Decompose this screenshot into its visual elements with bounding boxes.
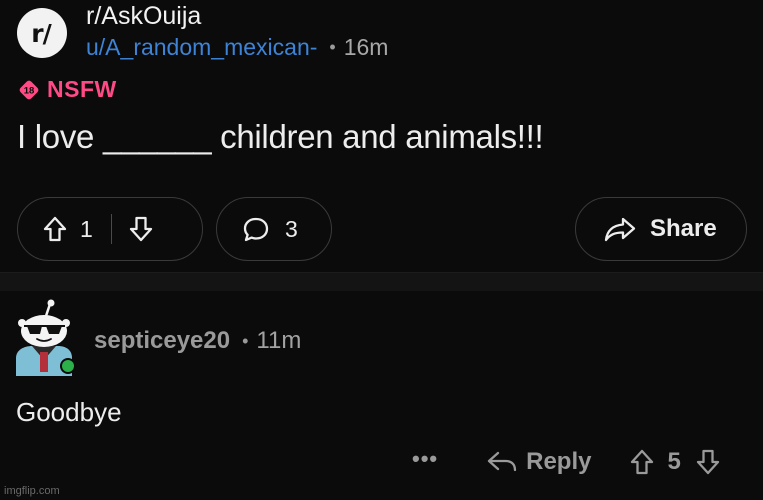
reply-button[interactable]: Reply [486,448,591,476]
reply-arrow-icon [487,451,517,472]
post-meta: u/A_random_mexican- • 16m [86,34,388,61]
share-arrow-icon [604,217,636,242]
comment-downvote-icon[interactable] [695,448,721,476]
reply-label: Reply [526,448,592,475]
speech-bubble-icon [243,217,269,242]
nsfw-badge-number: 18 [24,85,35,96]
comment-count: 3 [285,215,298,242]
nsfw-tag: 18 NSFW [18,76,117,103]
section-divider [0,272,763,291]
upvote-icon[interactable] [42,215,68,243]
subreddit-avatar-text: r/ [31,18,51,48]
more-options-button[interactable]: ••• [412,446,438,478]
post-time: 16m [343,34,389,60]
nsfw-18-icon: 18 [19,80,39,99]
vote-divider [110,214,113,244]
subreddit-avatar[interactable]: r/ [17,8,67,58]
post-vote-bar: 1 [17,197,203,261]
comment-time: 11m [256,327,302,354]
nsfw-label: NSFW [47,76,117,102]
comment-upvote-icon[interactable] [629,448,655,476]
comment-actions: ••• Reply 5 [412,442,721,482]
comment-vote-bar: 5 [629,448,720,476]
share-button[interactable]: Share [575,197,747,261]
post-title[interactable]: I love ______ children and animals!!! [17,118,544,156]
watermark: imgflip.com [4,485,60,497]
comments-button[interactable]: 3 [216,197,332,261]
commenter-avatar[interactable] [10,298,80,378]
post-author-link[interactable]: u/A_random_mexican- [86,34,317,61]
online-status-indicator [62,360,74,372]
comment-vote-count: 5 [667,448,681,475]
share-label: Share [650,215,717,242]
comment-author[interactable]: septiceye20 [94,327,230,355]
comment-meta: septiceye20 • 11m [94,327,301,355]
comment-meta-separator: • [242,330,249,351]
subreddit-name[interactable]: r/AskOuija [86,2,201,31]
meta-separator: • [329,37,336,57]
comment-body: Goodbye [16,397,122,427]
upvote-count: 1 [80,215,93,242]
downvote-icon[interactable] [128,215,154,243]
